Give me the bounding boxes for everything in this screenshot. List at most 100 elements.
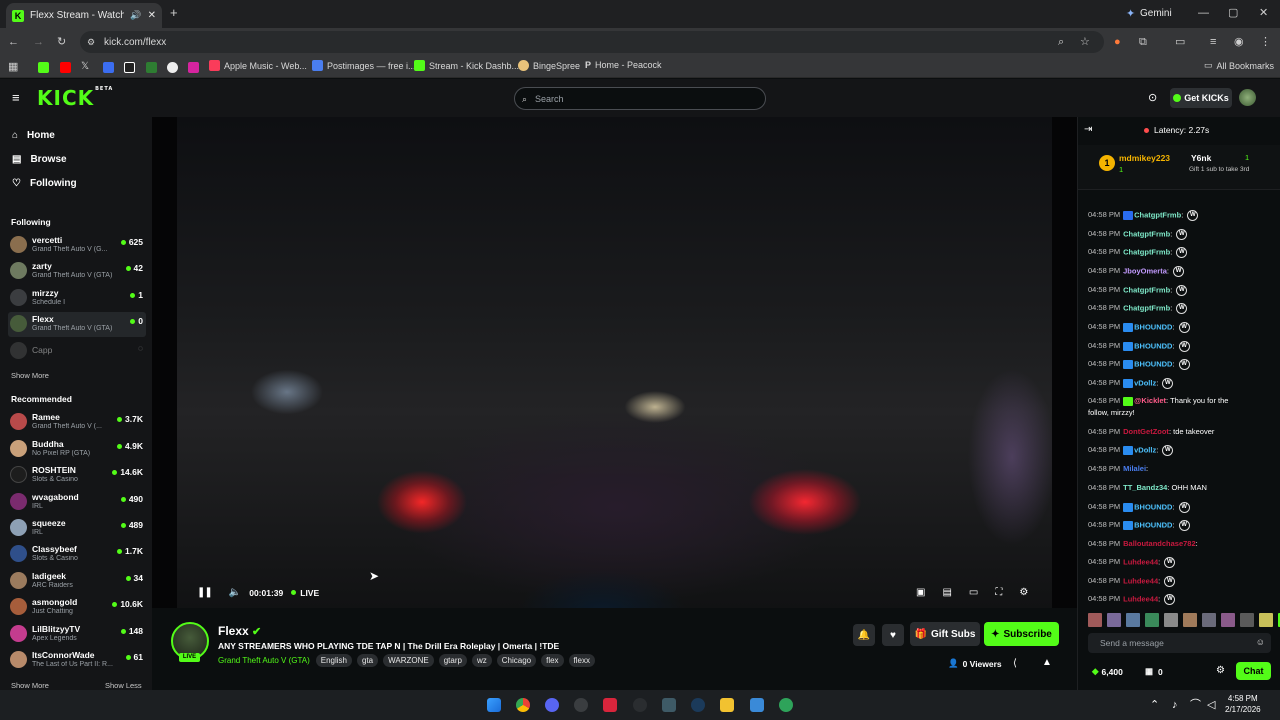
tag[interactable]: WARZONE <box>383 654 434 667</box>
channel-name[interactable]: Flexx ✔ <box>218 624 261 638</box>
recommended-channel[interactable]: LilBlitzyyTV Apex Legends 148 <box>8 622 146 647</box>
chat-send-button[interactable]: Chat <box>1236 662 1271 680</box>
emote-icon[interactable] <box>1259 613 1273 627</box>
tray-chevron-icon[interactable]: ⌃ <box>1150 698 1159 712</box>
fullscreen-icon[interactable]: ⛶ <box>995 587 1002 598</box>
circle-bookmark-icon[interactable] <box>167 62 178 73</box>
report-icon[interactable]: ▲ <box>1042 657 1052 668</box>
chat-username[interactable]: ChatgptFrmb <box>1123 285 1170 294</box>
maximize-icon[interactable]: ▢ <box>1228 6 1238 20</box>
gift-subs-button[interactable]: 🎁 Gift Subs <box>910 622 980 646</box>
tiktok-bookmark-icon[interactable] <box>124 62 135 73</box>
leaderboard-user-2[interactable]: Y6nk <box>1191 153 1211 163</box>
tag[interactable]: flexx <box>568 654 595 667</box>
video-player[interactable]: ➤ ❚❚ 🔈 00:01:39 LIVE ▣ ▤ ▭ ⛶ ⚙ <box>152 117 1077 608</box>
tag[interactable]: gta <box>357 654 379 667</box>
chat-username[interactable]: Luhdee44 <box>1123 557 1158 566</box>
recommended-channel[interactable]: ItsConnorWade The Last of Us Part II: R.… <box>8 648 146 673</box>
instagram-bookmark-icon[interactable] <box>188 62 199 73</box>
following-channel[interactable]: vercetti Grand Theft Auto V (G... 625 <box>8 233 146 258</box>
theater-mode-icon[interactable]: ▭ <box>969 587 978 598</box>
app-green-icon[interactable] <box>779 698 793 712</box>
tag[interactable]: wz <box>471 654 492 667</box>
recommended-channel[interactable]: Ramee Grand Theft Auto V (... 3.7K <box>8 410 146 435</box>
bookmark-peacock[interactable]: P Home - Peacock <box>585 60 662 70</box>
emote-icon[interactable] <box>1126 613 1140 627</box>
apps-icon[interactable]: ▦ <box>8 60 18 74</box>
volume-icon[interactable]: 🔈 <box>229 587 241 598</box>
emote-icon[interactable] <box>1164 613 1178 627</box>
audio-icon[interactable]: 🔊 <box>130 10 141 21</box>
app-icon[interactable] <box>662 698 676 712</box>
nav-browse[interactable]: ▤ Browse <box>12 154 67 165</box>
reload-icon[interactable]: ↻ <box>57 35 66 49</box>
tag[interactable]: English <box>315 654 352 667</box>
show-less-recommended[interactable]: Show Less <box>105 681 142 690</box>
all-bookmarks[interactable]: ▭ All Bookmarks <box>1204 60 1274 71</box>
speaker-icon[interactable]: ◁ <box>1207 698 1215 712</box>
chat-username[interactable]: Milalei <box>1123 464 1146 473</box>
chat-username[interactable]: Luhdee44 <box>1123 594 1158 603</box>
kick-bookmark-icon[interactable] <box>38 62 49 73</box>
file-explorer-icon[interactable] <box>720 698 734 712</box>
show-more-following[interactable]: Show More <box>11 371 49 380</box>
chat-username[interactable]: vDollz <box>1134 378 1156 387</box>
microphone-icon[interactable]: ♪ <box>1172 698 1178 712</box>
network-icon[interactable]: ⌒ <box>1190 698 1201 712</box>
live-label[interactable]: LIVE <box>300 588 319 598</box>
search-input[interactable]: ⌕ Search <box>514 87 766 110</box>
h-bookmark-icon[interactable] <box>146 62 157 73</box>
chat-username[interactable]: BHOUNDD <box>1134 359 1172 368</box>
clip-icon[interactable]: ▤ <box>942 587 951 598</box>
notification-bell-button[interactable]: 🔔 <box>853 624 875 646</box>
tag[interactable]: gtarp <box>438 654 467 667</box>
following-channel-offline[interactable]: Capp ◌ <box>8 339 146 364</box>
chat-username[interactable]: JboyOmerta <box>1123 266 1167 275</box>
browser-menu-icon[interactable]: ⋮ <box>1260 35 1271 49</box>
chat-username[interactable]: Luhdee44 <box>1123 576 1158 585</box>
app-red-icon[interactable] <box>603 698 617 712</box>
emote-icon[interactable] <box>1145 613 1159 627</box>
system-clock[interactable]: 4:58 PM 2/17/2026 <box>1225 693 1261 715</box>
emoji-icon[interactable]: ☺ <box>1256 637 1265 647</box>
following-channel-active[interactable]: Flexx Grand Theft Auto V (GTA) 0 <box>8 312 146 337</box>
photos-icon[interactable] <box>750 698 764 712</box>
emote-icon[interactable] <box>1221 613 1235 627</box>
chat-message-input[interactable]: Send a message ☺ <box>1088 633 1271 653</box>
tag[interactable]: Chicago <box>496 654 537 667</box>
miniplayer-icon[interactable]: ▣ <box>916 587 925 598</box>
app-icon[interactable] <box>574 698 588 712</box>
windows-start-icon[interactable] <box>487 698 501 712</box>
nav-following[interactable]: ♡ Following <box>12 178 77 189</box>
settings-icon[interactable]: ⚙ <box>1019 587 1028 598</box>
chat-username[interactable]: vDollz <box>1134 445 1156 454</box>
kick-logo[interactable]: KICKBETA <box>37 86 113 110</box>
tag[interactable]: flex <box>541 654 564 667</box>
recommended-channel[interactable]: Buddha No Pixel RP (GTA) 4.9K <box>8 437 146 462</box>
kicks-balance[interactable]: ◆ 6,400 <box>1092 666 1123 677</box>
chat-username[interactable]: BHOUNDD <box>1134 322 1172 331</box>
chat-username[interactable]: ChatgptFrmb <box>1123 247 1170 256</box>
hamburger-menu-icon[interactable]: ≡ <box>12 91 20 105</box>
recommended-channel[interactable]: ROSHTEIN Slots & Casino 14.6K <box>8 463 146 488</box>
bookmark-kick-dashboard[interactable]: Stream - Kick Dashb... <box>414 60 519 71</box>
recommended-channel[interactable]: ladigeek ARC Raiders 34 <box>8 569 146 594</box>
steam-icon[interactable] <box>691 698 705 712</box>
chat-username[interactable]: Balloutandchase782 <box>1123 539 1196 548</box>
recommended-channel[interactable]: asmongold Just Chatting 10.6K <box>8 595 146 620</box>
follow-heart-button[interactable]: ♥ <box>882 624 904 646</box>
bookmark-star-icon[interactable]: ☆ <box>1080 35 1090 49</box>
following-channel[interactable]: zarty Grand Theft Auto V (GTA) 42 <box>8 259 146 284</box>
user-avatar[interactable] <box>1239 89 1256 106</box>
emote-icon[interactable] <box>1107 613 1121 627</box>
minimize-icon[interactable]: — <box>1198 6 1209 20</box>
video-frame[interactable] <box>177 117 1052 608</box>
recommended-channel[interactable]: Classybeef Slots & Casino 1.7K <box>8 542 146 567</box>
site-info-icon[interactable]: ⚙ <box>87 35 95 49</box>
leaderboard-user-1[interactable]: mdmikey223 <box>1119 153 1170 163</box>
profile-icon[interactable]: ◉ <box>1234 35 1244 49</box>
youtube-bookmark-icon[interactable] <box>60 62 71 73</box>
chat-username[interactable]: ChatgptFrmb <box>1123 303 1170 312</box>
chat-username[interactable]: ChatgptFrmb <box>1134 210 1181 219</box>
extensions-puzzle-icon[interactable]: ⧉ <box>1139 35 1147 49</box>
